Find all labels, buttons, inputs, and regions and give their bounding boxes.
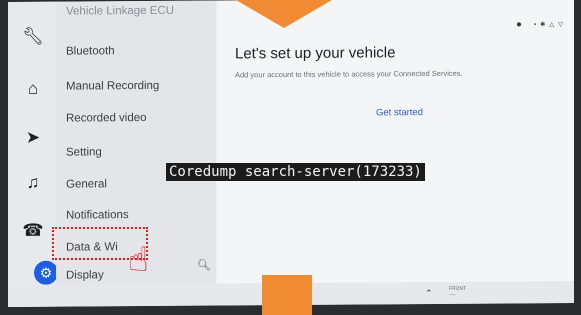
phone-icon[interactable]: ☎: [22, 220, 44, 242]
home-icon[interactable]: ⌂: [22, 78, 44, 100]
search-icon[interactable]: 🔍︎: [197, 259, 211, 272]
menu-item-setting[interactable]: Setting: [66, 146, 102, 158]
menu-item-manual-recording[interactable]: Manual Recording: [66, 80, 159, 93]
coredump-overlay: Coredump search-server(173233): [166, 163, 425, 181]
menu-item-notifications[interactable]: Notifications: [66, 209, 129, 221]
gear-icon[interactable]: ⚙: [34, 260, 58, 285]
wrench-icon[interactable]: 🔧︎: [22, 26, 44, 48]
chevron-up-icon[interactable]: ⌃: [425, 288, 433, 299]
menu-item-display[interactable]: Display: [66, 269, 104, 281]
signal-icon: • ✱ △ ▽: [533, 21, 564, 29]
menu-item-bluetooth[interactable]: Bluetooth: [66, 45, 115, 57]
annotation-arrow-bottom: [262, 275, 312, 315]
pointing-hand-icon: ☝︎: [128, 241, 149, 279]
annotation-arrow-top: [236, 0, 332, 28]
navigation-icon[interactable]: ➤: [22, 127, 44, 149]
menu-item-recorded-video[interactable]: Recorded video: [66, 112, 147, 125]
music-icon[interactable]: ♫: [22, 172, 44, 194]
main-panel: • ✱ △ ▽ Let's set up your vehicle Add yo…: [218, 0, 574, 291]
front-climate[interactable]: FRONT ----: [449, 286, 466, 298]
page-title: Let's set up your vehicle: [235, 44, 396, 63]
get-started-link[interactable]: Get started: [376, 107, 423, 118]
menu-item-general[interactable]: General: [66, 178, 107, 190]
menu-item-vehicle-linkage[interactable]: Vehicle Linkage ECU: [66, 5, 174, 18]
infotainment-screen: 🔧︎ ⌂ ➤ ♫ ☎ ⚙ Vehicle Linkage ECU Bluetoo…: [8, 0, 574, 307]
status-dot-icon: [517, 22, 522, 27]
status-bar: • ✱ △ ▽: [517, 20, 564, 28]
front-value: ----: [449, 291, 456, 298]
page-subtitle: Add your account to this vehicle to acce…: [235, 68, 463, 80]
